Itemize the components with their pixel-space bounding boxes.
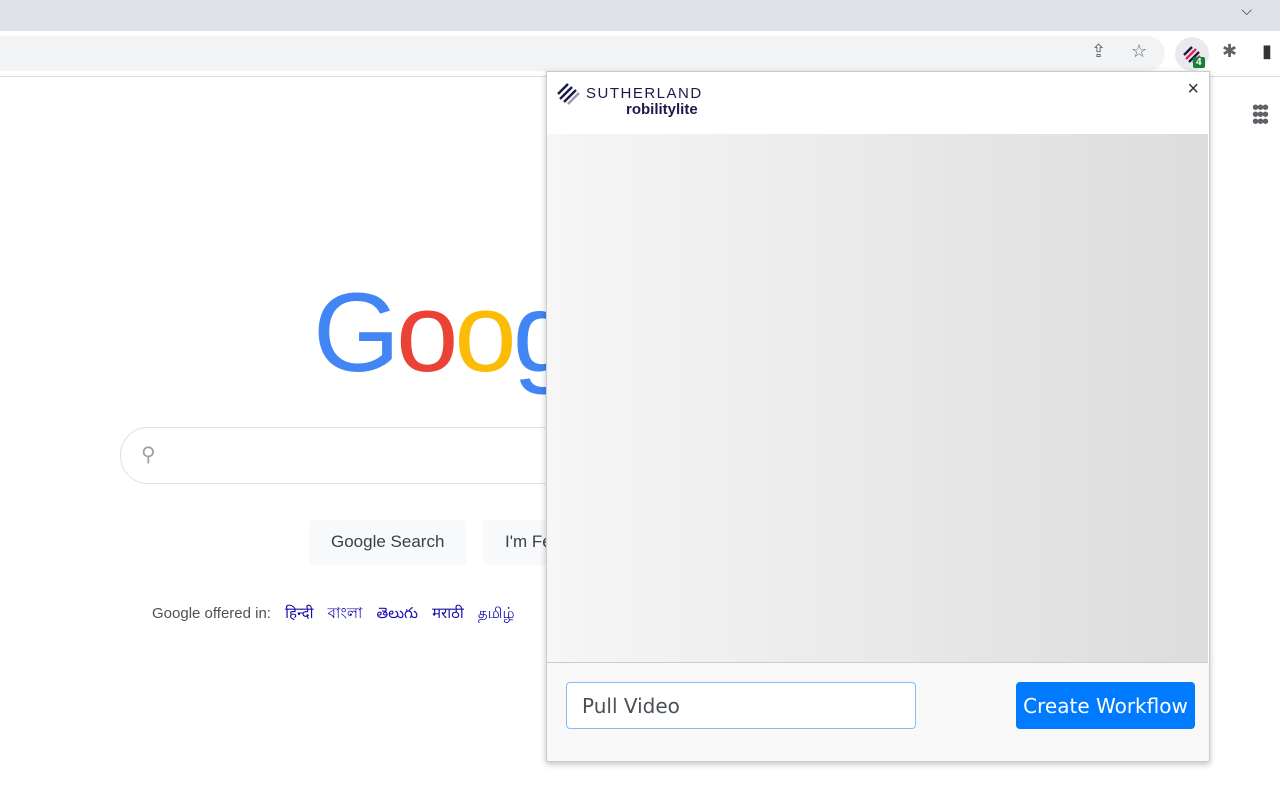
language-link[interactable]: हिन्दी (285, 605, 313, 622)
language-link[interactable]: मराठी (432, 605, 464, 622)
extensions-puzzle-icon[interactable]: ✱ (1222, 41, 1237, 62)
workflow-name-input[interactable] (566, 682, 916, 729)
popup-footer: Create Workflow (547, 663, 1209, 761)
sutherland-logo-mark (557, 83, 580, 105)
extension-badge: 4 (1193, 57, 1205, 68)
bookmark-star-icon[interactable]: ☆ (1131, 41, 1147, 62)
search-icon: ⚲ (141, 444, 156, 466)
offered-in-label: Google offered in: (152, 605, 271, 622)
product-name: robilitylite (626, 101, 698, 118)
side-panel-icon[interactable]: ▮ (1262, 41, 1272, 62)
language-link[interactable]: தமிழ் (478, 605, 515, 622)
google-logo: Goog (313, 270, 575, 395)
robility-popup: SUTHERLAND robilitylite × Create Workflo… (546, 71, 1210, 762)
language-link[interactable]: বাংলা (328, 605, 363, 622)
brand-name: SUTHERLAND (586, 85, 703, 102)
video-preview (547, 134, 1208, 663)
language-link[interactable]: తెలుగు (377, 605, 418, 622)
close-icon[interactable]: × (1187, 78, 1199, 101)
tab-search-chevron-icon[interactable]: ⌵ (1241, 2, 1252, 19)
language-offer: Google offered in: हिन्दी বাংলা తెలుగు म… (152, 602, 515, 627)
google-search-button[interactable]: Google Search (309, 520, 467, 565)
google-apps-icon[interactable]: ••• ••• ••• (1252, 98, 1269, 132)
create-workflow-button[interactable]: Create Workflow (1016, 682, 1195, 729)
share-icon[interactable]: ⇪ (1091, 41, 1106, 62)
address-bar[interactable] (0, 36, 1165, 71)
tab-strip: ⌵ (0, 0, 1280, 31)
